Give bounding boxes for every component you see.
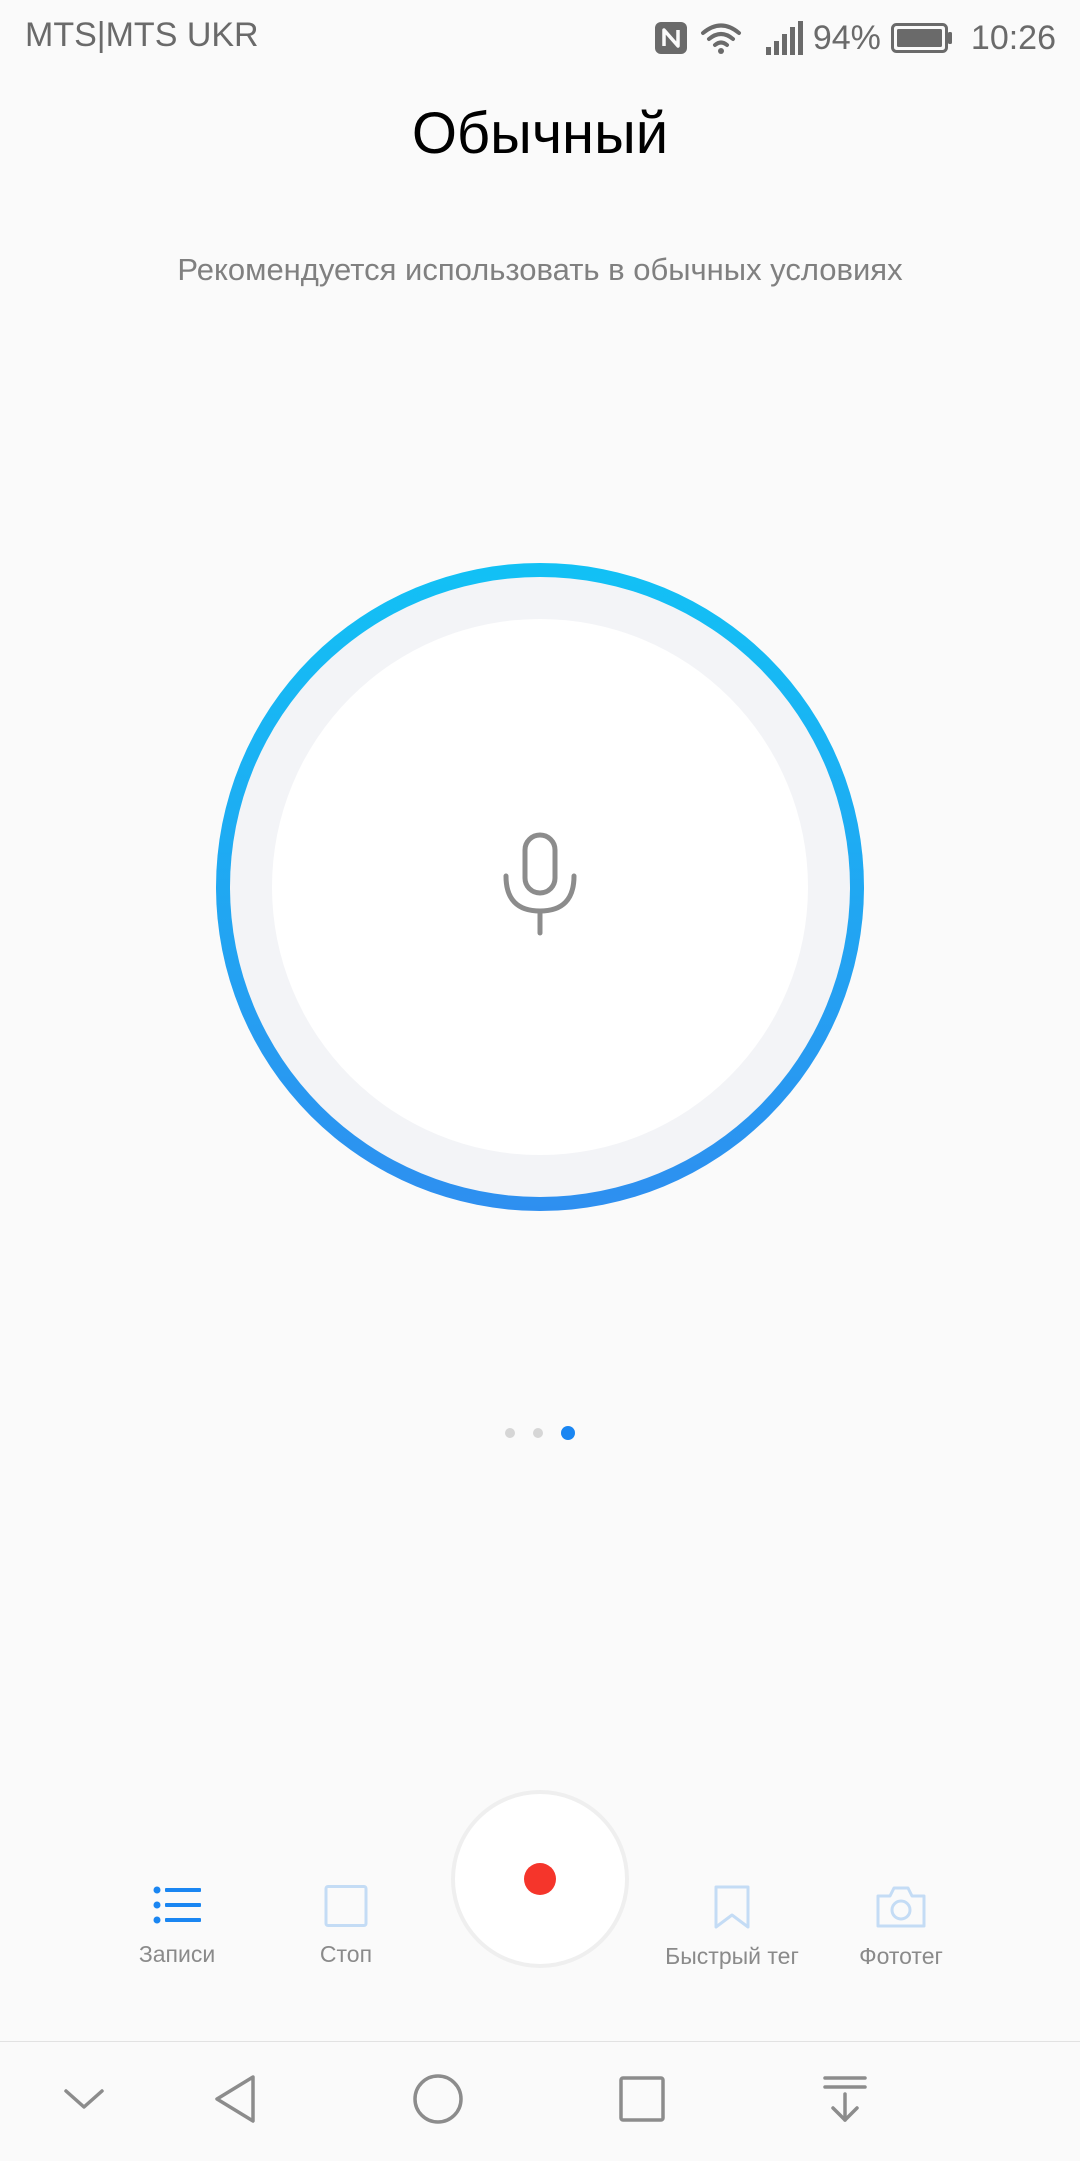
stop-label: Стоп [319, 1941, 373, 1967]
battery-icon [890, 23, 953, 53]
page-dot-2[interactable] [533, 1428, 543, 1438]
camera-icon [875, 1885, 927, 1929]
back-button[interactable] [175, 2042, 295, 2161]
status-icons: 94% 10:26 [653, 14, 1056, 62]
stop-icon [323, 1885, 369, 1927]
page-indicator [0, 1426, 1080, 1440]
home-icon [411, 2072, 465, 2131]
quick-tag-label: Быстрый тег [665, 1943, 799, 1969]
recents-icon [618, 2075, 666, 2128]
bookmark-icon [711, 1885, 753, 1929]
wifi-icon [699, 20, 743, 56]
system-navigation-bar [0, 2041, 1080, 2161]
record-button[interactable] [451, 1790, 629, 1968]
battery-percent: 94% [812, 18, 881, 57]
home-button[interactable] [378, 2042, 498, 2161]
clock: 10:26 [970, 18, 1056, 57]
nfc-icon [653, 20, 689, 56]
recording-mode-dial[interactable] [216, 563, 864, 1211]
notifications-pull-icon [822, 2074, 868, 2129]
recording-mode-dial-track [230, 577, 850, 1197]
back-icon [211, 2073, 259, 2130]
carrier-name: MTS|MTS UKR [25, 16, 259, 54]
notifications-pull-button[interactable] [785, 2042, 905, 2161]
hide-nav-button[interactable] [24, 2042, 144, 2161]
signal-icon [765, 21, 803, 55]
records-label: Записи [138, 1941, 216, 1967]
mode-description: Рекомендуется использовать в обычных усл… [177, 252, 903, 287]
page-dot-3-active[interactable] [561, 1426, 575, 1440]
status-bar: MTS|MTS UKR 94% 10:26 [0, 0, 1080, 76]
recents-button[interactable] [582, 2042, 702, 2161]
photo-tag-label: Фототег [859, 1943, 943, 1969]
photo-tag-button[interactable]: Фототег [801, 1885, 1001, 1970]
recording-mode-dial-center [272, 619, 808, 1155]
recorder-toolbar: Записи Стоп Быстрый тег Фототег [0, 1790, 1080, 2000]
list-icon [153, 1885, 201, 1927]
microphone-icon [500, 832, 580, 943]
record-dot-icon [524, 1863, 556, 1895]
chevron-down-icon [62, 2085, 106, 2118]
page-dot-1[interactable] [505, 1428, 515, 1438]
mode-title: Обычный [411, 101, 669, 166]
stop-button[interactable]: Стоп [246, 1885, 446, 1968]
